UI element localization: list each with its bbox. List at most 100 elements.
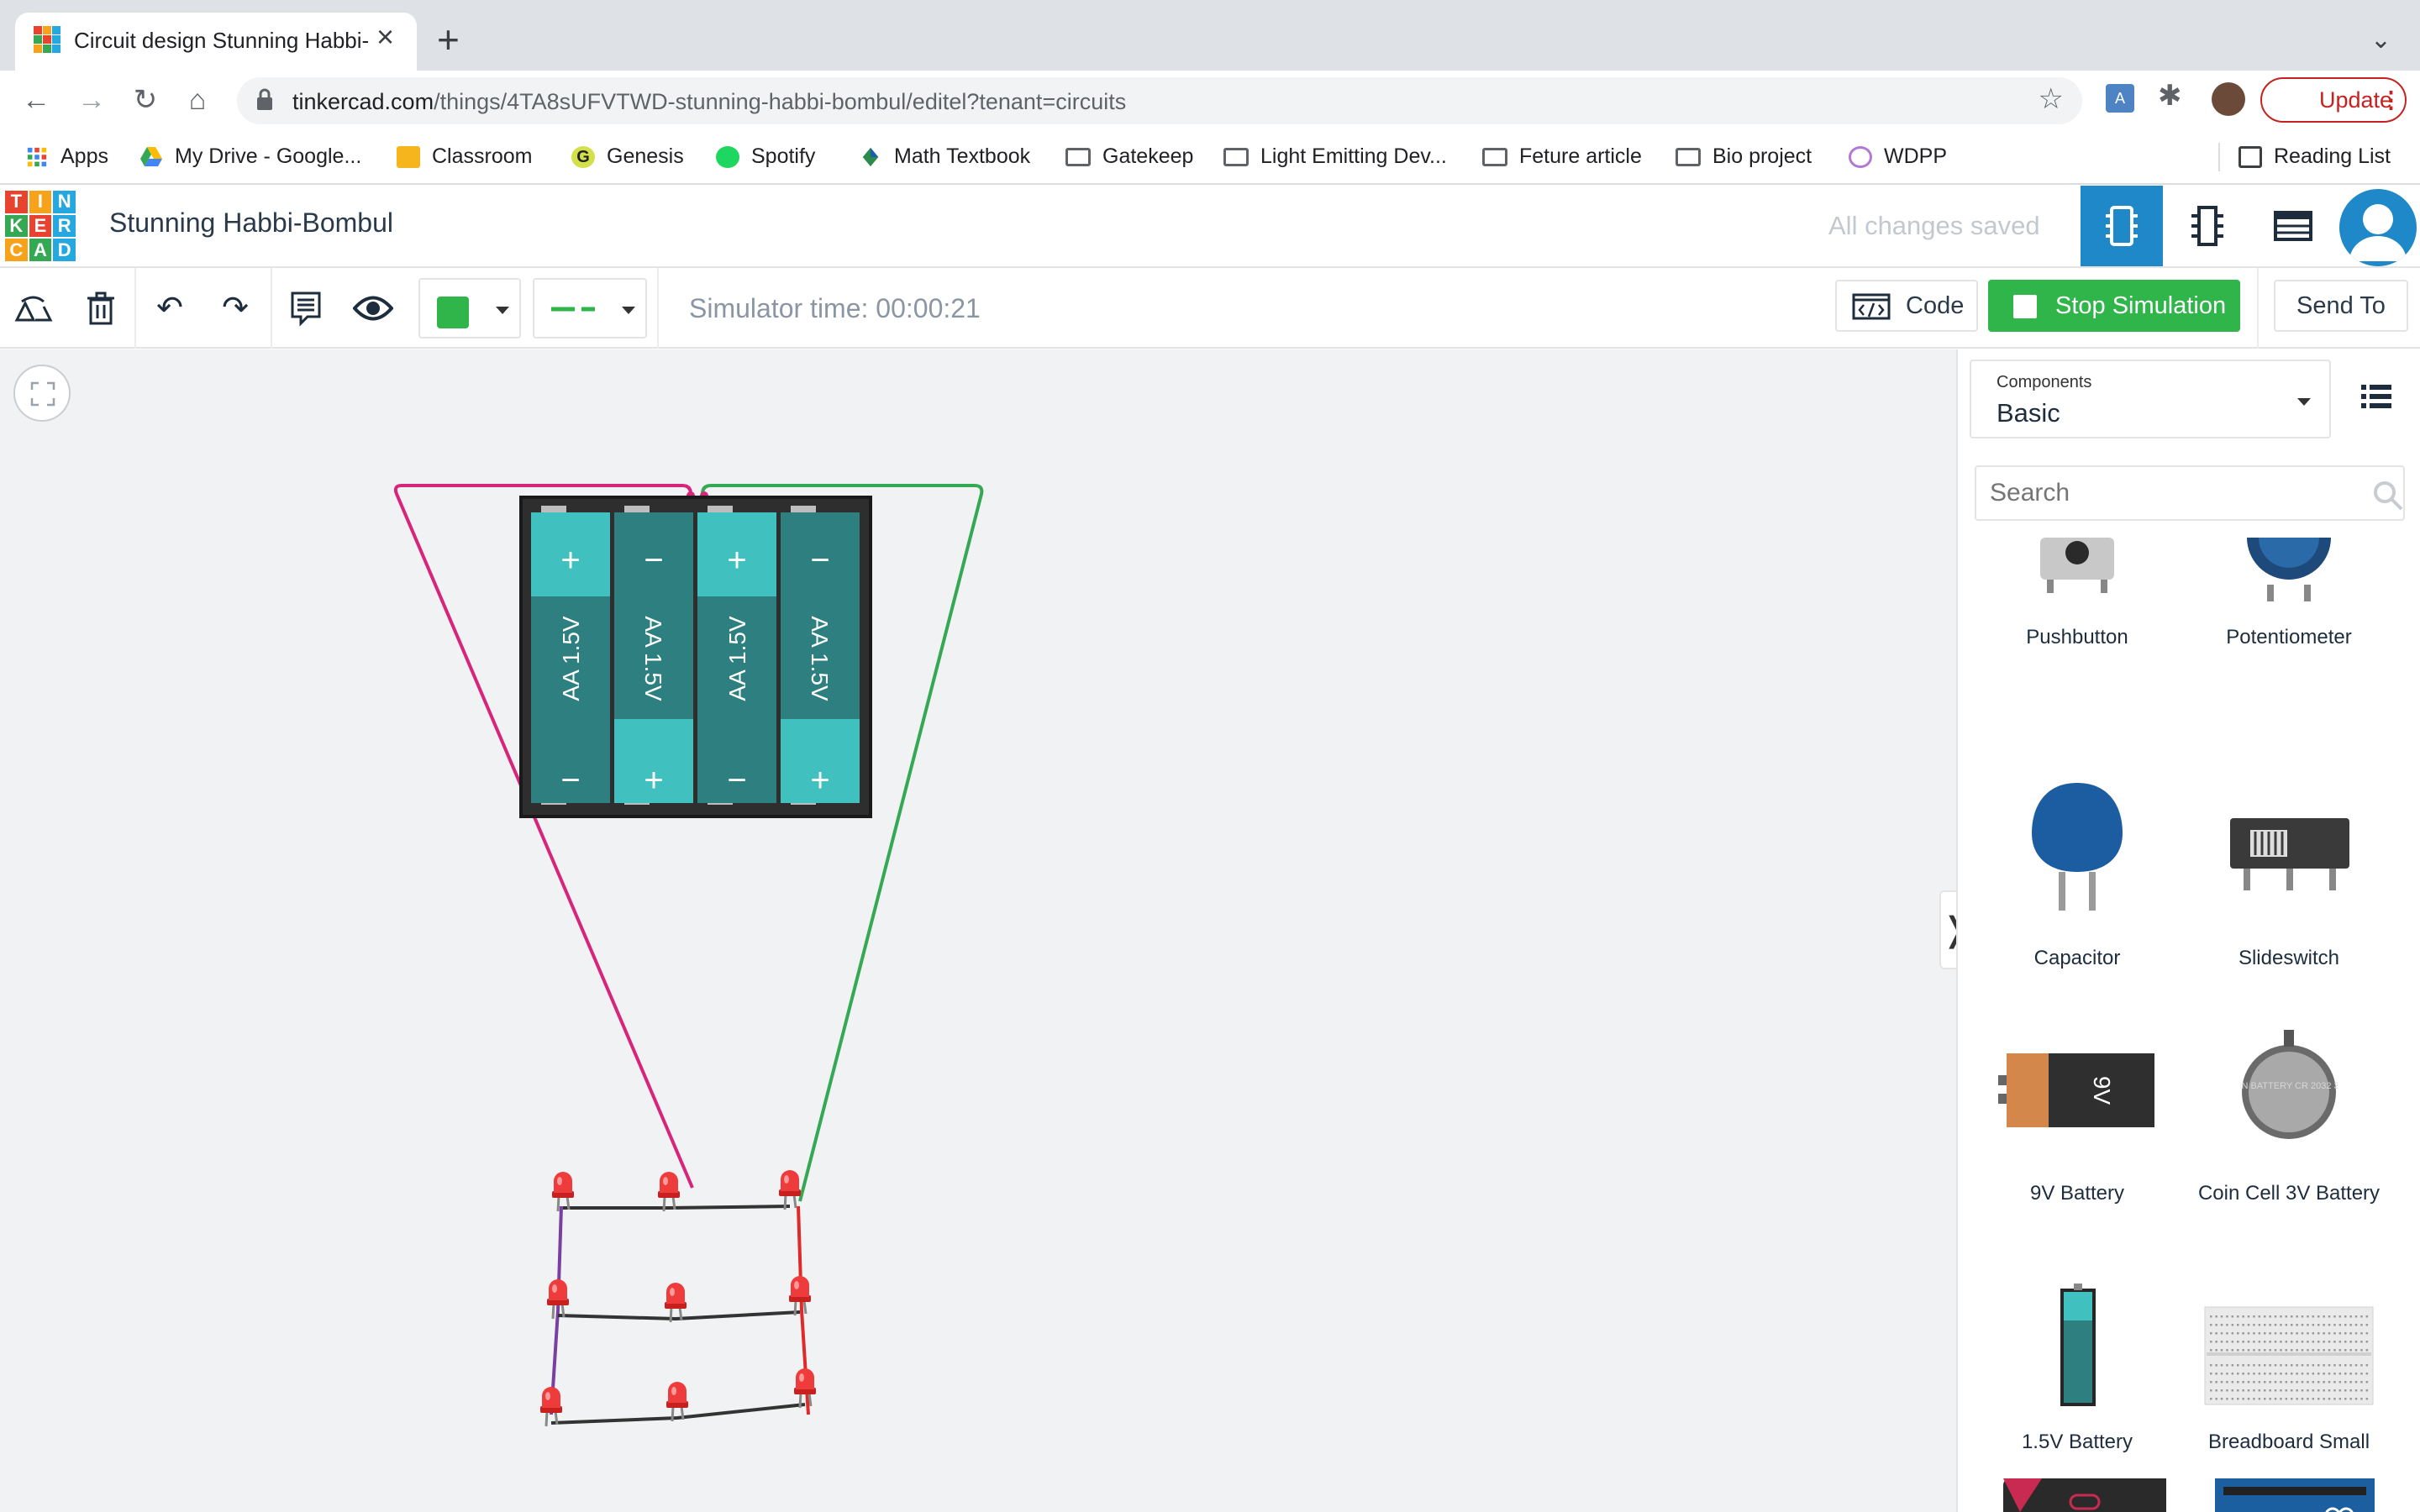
logo-letter: N (53, 191, 76, 213)
bookmark-classroom[interactable]: Classroom (397, 144, 532, 169)
puzzle-extensions-icon[interactable]: ✱ (2158, 79, 2182, 113)
red-led[interactable] (779, 1170, 801, 1210)
rotate-icon[interactable] (12, 286, 55, 330)
bookmark-feture-article[interactable]: Feture article (1482, 144, 1642, 169)
extension-icon[interactable]: A (2106, 84, 2134, 113)
red-led[interactable] (665, 1283, 687, 1323)
bookmark-spotify[interactable]: Spotify (716, 144, 815, 169)
cell-label: AA 1.5V (724, 616, 750, 701)
component-grid: Pushbutton Potentiometer Capacitor Slide… (1958, 538, 2420, 1512)
code-button[interactable]: Code (1835, 280, 1978, 332)
red-led[interactable] (658, 1172, 680, 1212)
component-coin-cell[interactable]: COIN BATTERY CR 2032 3.0V Coin Cell 3V B… (2188, 1025, 2390, 1268)
bookmark-wdpp[interactable]: WDPP (1849, 144, 1947, 169)
user-icon (2349, 204, 2407, 261)
logo-letter: T (5, 191, 28, 213)
components-dropdown-label: Components (1996, 373, 2092, 391)
component-search-input[interactable] (1975, 465, 2405, 521)
bookmark-genesis[interactable]: G Genesis (571, 144, 684, 169)
bookmark-star-icon[interactable]: ☆ (2039, 82, 2064, 116)
component-breadboard-small[interactable]: Breadboard Small (2188, 1277, 2390, 1504)
chevron-down-icon (622, 307, 635, 314)
delete-trash-icon[interactable] (79, 286, 123, 330)
bookmark-my-drive[interactable]: My Drive - Google... (139, 144, 361, 169)
wire-color-dropdown[interactable] (418, 278, 521, 339)
component-capacitor[interactable]: Capacitor (1976, 781, 2178, 1008)
coin-cell-text: COIN BATTERY CR 2032 3.0V (2240, 1081, 2338, 1091)
update-button[interactable]: Update ⋮ (2260, 77, 2407, 123)
led-connection-wire (563, 1205, 791, 1210)
browser-tab[interactable]: Circuit design Stunning Habbi- × (15, 13, 417, 71)
undo-icon[interactable]: ↶ (148, 286, 192, 330)
bookmark-math-textbook[interactable]: Math Textbook (859, 144, 1030, 169)
red-led[interactable] (552, 1172, 574, 1212)
component-potentiometer[interactable]: Potentiometer (2188, 538, 2390, 764)
9v-battery-icon: 9V (1998, 1053, 2154, 1127)
editor-toolbar: ↶ ↷ Simulator time: 00:00:21 Code Stop S… (0, 268, 2420, 349)
cell-label: AA 1.5V (558, 616, 584, 701)
logo-letter: I (29, 191, 52, 213)
red-led[interactable] (540, 1387, 562, 1427)
bookmark-bio-project[interactable]: Bio project (1676, 144, 1812, 169)
forward-icon[interactable]: → (72, 81, 111, 119)
new-tab-icon[interactable]: + (437, 20, 460, 59)
components-dropdown-value: Basic (1996, 398, 2060, 428)
wire-type-dropdown[interactable] (533, 278, 647, 339)
cell-terminal-top: + (560, 542, 580, 579)
browser-toolbar: ← → ↻ ⌂ tinkercad.com/things/4TA8sUFVTWD… (0, 71, 2420, 129)
address-bar[interactable]: tinkercad.com/things/4TA8sUFVTWD-stunnin… (237, 77, 2082, 124)
search-icon[interactable] (2371, 479, 2405, 512)
component-slideswitch[interactable]: Slideswitch (2188, 781, 2390, 1008)
circuit-view-button[interactable] (2081, 186, 2163, 266)
component-label: Capacitor (2033, 947, 2121, 969)
send-to-button[interactable]: Send To (2274, 280, 2408, 332)
component-pushbutton[interactable]: Pushbutton (1976, 538, 2178, 764)
component-arduino-uno[interactable] (2215, 1478, 2375, 1512)
user-avatar[interactable] (2339, 189, 2417, 266)
coin-cell-icon: COIN BATTERY CR 2032 3.0V (2240, 1030, 2338, 1139)
reading-list-button[interactable]: Reading List (2238, 144, 2391, 169)
more-menu-icon[interactable]: ⋮ (2380, 79, 2402, 121)
design-title[interactable]: Stunning Habbi-Bombul (109, 207, 393, 239)
component-list-view-button[interactable] (2252, 186, 2334, 266)
home-icon[interactable]: ⌂ (178, 81, 217, 119)
tinkercad-favicon (34, 26, 60, 53)
red-led[interactable] (666, 1382, 688, 1422)
breadboard-icon (2106, 206, 2138, 246)
bookmark-label: Feture article (1519, 144, 1642, 168)
bookmark-light-emitting[interactable]: Light Emitting Dev... (1223, 144, 1447, 169)
visibility-eye-icon[interactable] (351, 286, 395, 330)
schematic-view-button[interactable] (2166, 186, 2249, 266)
cell-terminal-bottom: − (727, 762, 746, 799)
math-textbook-icon (862, 147, 879, 166)
tinkercad-header: T I N K E R C A D Stunning Habbi-Bombul … (0, 186, 2420, 268)
redo-icon[interactable]: ↷ (213, 286, 257, 330)
component-label: Breadboard Small (2207, 1431, 2370, 1453)
led-connection-wire (557, 1310, 801, 1321)
circuit-canvas[interactable]: + − AA 1.5V − + AA 1.5V + − AA 1.5V − + AA 1.5V (0, 349, 1956, 1512)
red-led[interactable] (794, 1368, 816, 1409)
close-tab-icon[interactable]: × (376, 19, 394, 55)
browser-profile-avatar[interactable] (2212, 82, 2245, 116)
component-1-5v-battery[interactable]: 1.5V Battery (1976, 1277, 2178, 1504)
chip-icon (2191, 206, 2223, 246)
stop-simulation-button[interactable]: Stop Simulation (1988, 280, 2240, 332)
bookmark-label: Apps (60, 144, 108, 168)
logo-letter: E (29, 214, 52, 238)
list-view-icon[interactable] (2360, 380, 2393, 413)
component-9v-battery[interactable]: 9V 9V Battery (1976, 1025, 2178, 1268)
back-icon[interactable]: ← (17, 81, 55, 119)
component-microbit[interactable] (2003, 1478, 2166, 1512)
capacitor-icon (2032, 783, 2123, 911)
components-dropdown[interactable]: Components Basic (1970, 360, 2331, 438)
save-status: All changes saved (1828, 211, 2040, 240)
battery-cell: − + AA 1.5V (614, 506, 693, 805)
tinkercad-logo[interactable]: T I N K E R C A D (5, 191, 76, 261)
9v-label-text: 9V (2089, 1076, 2115, 1105)
tab-search-chevron-icon[interactable]: ⌄ (2370, 25, 2391, 55)
bookmark-apps[interactable]: Apps (25, 144, 108, 169)
toolbar-divider (2257, 268, 2259, 349)
bookmark-gatekeep[interactable]: Gatekeep (1065, 144, 1193, 169)
notes-icon[interactable] (284, 286, 328, 330)
reload-icon[interactable]: ↻ (126, 81, 165, 119)
